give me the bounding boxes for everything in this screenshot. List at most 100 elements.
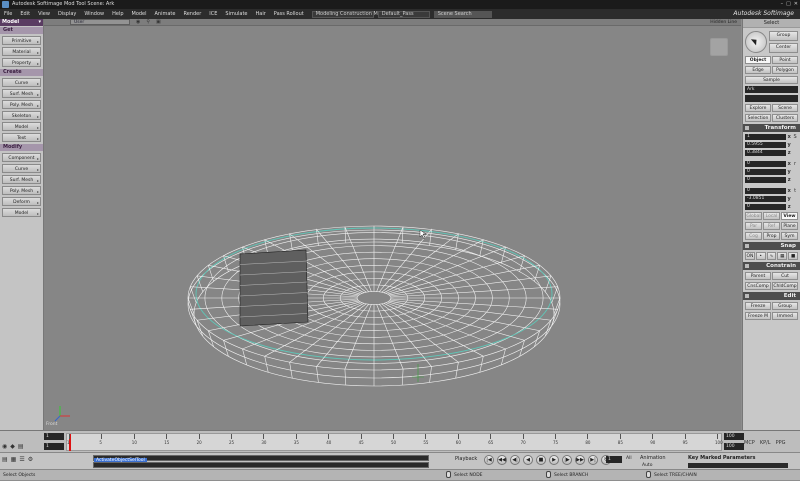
scene-button[interactable]: Scene (772, 104, 798, 112)
cnscomp-button[interactable]: CnsComp (745, 282, 771, 290)
timeline-start-field[interactable]: 1 (44, 433, 64, 440)
menu-pass-rollout[interactable]: Pass Rollout (270, 9, 308, 19)
freeze-m-button[interactable]: Freeze M (745, 312, 771, 320)
snap-on-button[interactable]: ON (745, 252, 755, 260)
point-filter-button[interactable]: Point (772, 56, 798, 64)
menu-animate[interactable]: Animate (151, 9, 180, 19)
mcp-tab[interactable]: MCP (744, 440, 755, 446)
menu-view[interactable]: View (34, 9, 54, 19)
clusters-button[interactable]: Clusters (772, 114, 798, 122)
minimize-icon[interactable]: – (781, 0, 784, 9)
camera-select[interactable]: User (70, 19, 130, 25)
global-ref-button[interactable]: Global (745, 212, 762, 220)
rotate-icon[interactable]: r (792, 161, 798, 167)
scale-icon[interactable]: S (792, 134, 798, 140)
snap-surface-icon[interactable]: ■ (788, 252, 798, 260)
snap-grid-icon[interactable]: ▦ (777, 252, 788, 260)
scale-x-field[interactable]: 1 (745, 133, 787, 140)
explore-button[interactable]: Explore (745, 104, 771, 112)
animation-menu[interactable]: Animation (640, 455, 666, 461)
menu-display[interactable]: Display (54, 9, 80, 19)
scene-search-input[interactable]: Scene Search (433, 10, 492, 18)
menu-hair[interactable]: Hair (252, 9, 270, 19)
lock-icon[interactable]: ◉ (2, 443, 7, 450)
modify-deform-button[interactable]: Deform (2, 197, 41, 207)
section-modify[interactable]: Modify (0, 144, 43, 151)
menu-edit[interactable]: Edit (16, 9, 34, 19)
grid-icon[interactable]: ▦ (11, 456, 17, 463)
play-forward-button[interactable]: ▶ (549, 455, 559, 465)
auto-key-toggle[interactable]: Auto (642, 463, 652, 468)
snap-section-header[interactable]: Snap (743, 242, 800, 250)
ref-button[interactable]: Ref (763, 222, 780, 230)
menu-file[interactable]: File (0, 9, 16, 19)
create-model-button[interactable]: Model (2, 122, 41, 132)
module-switcher[interactable]: Model ▾ (0, 19, 43, 26)
rotate-z-field[interactable]: 0 (745, 176, 787, 183)
edge-filter-button[interactable]: Edge (745, 66, 771, 74)
section-get[interactable]: Get (0, 27, 43, 34)
next-key-button[interactable]: ▶▶ (575, 455, 585, 465)
local-ref-button[interactable]: Local (763, 212, 780, 220)
scale-y-field[interactable]: 0.5955 (745, 141, 787, 148)
modify-model-button[interactable]: Model (2, 208, 41, 218)
selection-filter-field[interactable] (745, 95, 798, 102)
sample-button[interactable]: Sample (745, 76, 798, 84)
list-icon[interactable]: ☰ (19, 456, 24, 463)
menu-render[interactable]: Render (179, 9, 205, 19)
center-button[interactable]: Center (769, 43, 798, 53)
rotate-x-field[interactable]: 0 (745, 160, 787, 167)
modify-component-button[interactable]: Component (2, 153, 41, 163)
edit-section-header[interactable]: Edit (743, 292, 800, 300)
play-backward-button[interactable]: ◀ (523, 455, 533, 465)
timeline-end-field[interactable]: 100 (724, 433, 744, 440)
get-material-button[interactable]: Material (2, 47, 41, 57)
get-property-button[interactable]: Property (2, 58, 41, 68)
par-ref-button[interactable]: Par (745, 222, 762, 230)
prop-button[interactable]: Prop (763, 232, 780, 240)
script-editor-icon[interactable]: ▤ (2, 456, 8, 463)
immed-button[interactable]: Immed (772, 312, 798, 320)
constrain-section-header[interactable]: Constrain (743, 262, 800, 270)
selected-object-field[interactable]: Ark (745, 86, 798, 93)
all-toggle[interactable]: All (626, 456, 632, 461)
3d-viewport[interactable]: Front (44, 26, 741, 430)
key-marked-parameters-button[interactable]: Key Marked Parameters (688, 455, 755, 461)
timeline-end2-field[interactable]: 100 (724, 443, 744, 450)
current-frame-field[interactable]: 1 (606, 456, 622, 463)
parent-button[interactable]: Parent (745, 272, 771, 280)
plane-button[interactable]: Plane (781, 222, 798, 230)
rotate-y-field[interactable]: 0 (745, 168, 787, 175)
sym-button[interactable]: Sym (781, 232, 798, 240)
menu-window[interactable]: Window (80, 9, 108, 19)
create-skeleton-button[interactable]: Skeleton (2, 111, 41, 121)
chldcomp-button[interactable]: ChldComp (772, 282, 798, 290)
transform-section-header[interactable]: Transform (743, 124, 800, 132)
translate-y-field[interactable]: -3.0851 (745, 195, 787, 202)
create-poly-mesh-button[interactable]: Poly. Mesh (2, 100, 41, 110)
ppg-tab[interactable]: PPG (776, 440, 786, 446)
gear-icon[interactable]: ⚙ (28, 456, 33, 463)
first-frame-button[interactable]: |◀ (484, 455, 494, 465)
polygon-filter-button[interactable]: Polygon (772, 66, 798, 74)
create-text-button[interactable]: Text (2, 133, 41, 143)
get-primitive-button[interactable]: Primitive (2, 36, 41, 46)
object-filter-button[interactable]: Object (745, 56, 771, 64)
prev-key-button[interactable]: ◀◀ (497, 455, 507, 465)
menu-ice[interactable]: ICE (205, 9, 221, 19)
modify-poly-mesh-button[interactable]: Poly. Mesh (2, 186, 41, 196)
menu-simulate[interactable]: Simulate (221, 9, 251, 19)
maximize-icon[interactable]: □ (786, 0, 791, 9)
view-ref-button[interactable]: View (781, 212, 798, 220)
magnify-icon[interactable]: ⚲ (146, 19, 150, 25)
section-create[interactable]: Create (0, 69, 43, 76)
pass-select[interactable]: Default_Pass (377, 10, 430, 18)
freeze-button[interactable]: Freeze (745, 302, 771, 310)
kpl-tab[interactable]: KP/L (760, 440, 771, 446)
command-line-input[interactable]: ActivateObjectSelTool (93, 455, 429, 463)
snap-point-icon[interactable]: • (755, 252, 766, 260)
layers-icon[interactable]: ▤ (18, 443, 24, 450)
frame-icon[interactable]: ▣ (156, 19, 161, 25)
cut-button[interactable]: Cut (772, 272, 798, 280)
group-button[interactable]: Group (769, 31, 798, 41)
